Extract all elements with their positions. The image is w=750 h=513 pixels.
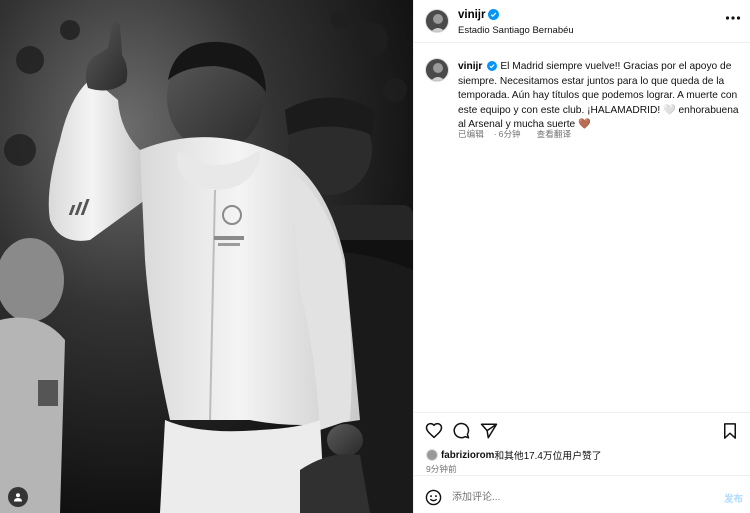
caption-time[interactable]: 6分钟: [499, 129, 521, 139]
post-location[interactable]: Estadio Santiago Bernabéu: [458, 25, 574, 36]
avatar-image: [426, 10, 448, 32]
caption-author-avatar[interactable]: [425, 58, 449, 82]
likes-count-text[interactable]: 和其他17.4万位用户赞了: [494, 448, 601, 462]
caption-text: El Madrid siempre vuelve!! Gracias por e…: [458, 61, 739, 130]
more-options-icon[interactable]: [725, 15, 741, 21]
author-username[interactable]: vinijr: [458, 9, 500, 21]
verified-badge-icon: [487, 60, 498, 71]
tagged-people-button[interactable]: [8, 487, 28, 507]
emoji-icon[interactable]: [425, 489, 442, 506]
author-avatar[interactable]: [425, 9, 449, 33]
post-timestamp[interactable]: 9分钟前: [426, 463, 457, 475]
caption-username[interactable]: vinijr: [458, 61, 482, 72]
author-username-text[interactable]: vinijr: [458, 9, 485, 21]
liker-avatar[interactable]: [426, 449, 438, 461]
post-photo[interactable]: [0, 0, 413, 513]
photo-image: [0, 0, 413, 513]
likes-summary[interactable]: fabriziorom 和其他17.4万位用户赞了: [426, 448, 602, 462]
edited-label: 已编辑: [458, 129, 484, 139]
avatar-image: [426, 59, 448, 81]
bookmark-icon[interactable]: [721, 422, 739, 440]
heart-icon[interactable]: [425, 422, 443, 440]
post-header: vinijr Estadio Santiago Bernabéu: [414, 0, 750, 43]
share-icon[interactable]: [480, 422, 498, 440]
comment-input[interactable]: [452, 487, 692, 507]
verified-badge-icon: [488, 9, 500, 20]
instagram-post: vinijr Estadio Santiago Bernabéu vinijr E…: [0, 0, 750, 513]
comment-icon[interactable]: [452, 422, 470, 440]
see-translation-link[interactable]: 查看翻译: [537, 129, 571, 139]
meta-separator: ·: [493, 129, 497, 139]
comment-bar: 发布: [414, 475, 750, 513]
post-comment-button[interactable]: 发布: [724, 491, 743, 505]
caption-meta: 已编辑 · 6分钟 查看翻译: [458, 128, 581, 140]
liker-username[interactable]: fabriziorom: [441, 450, 494, 461]
post-side-panel: vinijr Estadio Santiago Bernabéu vinijr E…: [413, 0, 750, 513]
caption-body: vinijr El Madrid siempre vuelve!! Gracias…: [458, 60, 748, 133]
person-tag-icon: [14, 493, 22, 502]
